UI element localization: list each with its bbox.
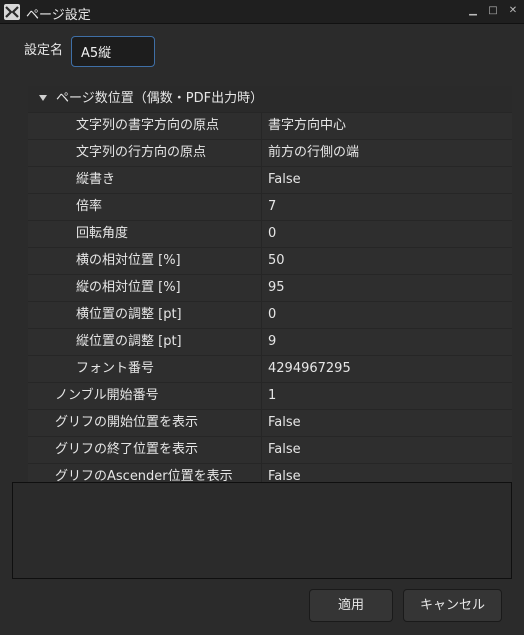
property-row[interactable]: 回転角度 0 (28, 221, 512, 248)
property-key: 横位置の調整 [pt] (76, 307, 182, 322)
property-value[interactable]: 前方の行側の端 (268, 140, 359, 166)
minimize-icon[interactable]: ▁ (466, 4, 480, 18)
expand-caret-icon[interactable] (39, 95, 47, 101)
setting-name-input[interactable] (71, 36, 155, 67)
property-tree[interactable]: ページ数位置（偶数・PDF出力時） 文字列の書字方向の原点 書字方向中心 文字列… (28, 86, 512, 482)
property-key: 文字列の書字方向の原点 (76, 118, 220, 133)
apply-button[interactable]: 適用 (309, 589, 393, 622)
description-panel (12, 482, 512, 579)
property-row[interactable]: 文字列の行方向の原点 前方の行側の端 (28, 140, 512, 167)
property-row[interactable]: 倍率 7 (28, 194, 512, 221)
property-key: グリフの終了位置を表示 (55, 442, 199, 457)
property-key: 回転角度 (76, 226, 129, 241)
property-value[interactable]: 4294967295 (268, 356, 351, 382)
property-value[interactable]: 0 (268, 302, 276, 328)
property-value[interactable]: 1 (268, 383, 276, 409)
cancel-button[interactable]: キャンセル (403, 589, 502, 622)
property-value[interactable]: 95 (268, 275, 285, 301)
property-row[interactable]: グリフのAscender位置を表示 False (28, 464, 512, 482)
property-key: フォント番号 (76, 361, 155, 376)
window-title: ページ設定 (26, 8, 91, 23)
property-value[interactable]: False (268, 464, 301, 482)
property-row[interactable]: 縦位置の調整 [pt] 9 (28, 329, 512, 356)
property-value[interactable]: 50 (268, 248, 285, 274)
property-value[interactable]: False (268, 410, 301, 436)
title-bar: ページ設定 ▁ □ ✕ (0, 0, 524, 24)
property-row[interactable]: 横の相対位置 [%] 50 (28, 248, 512, 275)
property-key: 縦位置の調整 [pt] (76, 334, 182, 349)
close-icon[interactable]: ✕ (506, 4, 520, 18)
app-icon (4, 4, 20, 20)
property-row[interactable]: グリフの開始位置を表示 False (28, 410, 512, 437)
property-key: グリフの開始位置を表示 (55, 415, 199, 430)
property-key: ノンブル開始番号 (55, 388, 159, 403)
property-key: 縦書き (76, 172, 116, 187)
property-key: 縦の相対位置 [%] (76, 280, 181, 295)
property-key: グリフのAscender位置を表示 (55, 469, 233, 482)
property-value[interactable]: 0 (268, 221, 276, 247)
property-row[interactable]: フォント番号 4294967295 (28, 356, 512, 383)
property-row[interactable]: ノンブル開始番号 1 (28, 383, 512, 410)
property-value[interactable]: 7 (268, 194, 276, 220)
property-row[interactable]: 文字列の書字方向の原点 書字方向中心 (28, 113, 512, 140)
property-value[interactable]: 書字方向中心 (268, 113, 346, 139)
property-row[interactable]: グリフの終了位置を表示 False (28, 437, 512, 464)
tree-group-label: ページ数位置（偶数・PDF出力時） (56, 91, 264, 106)
property-key: 倍率 (76, 199, 103, 214)
property-row[interactable]: 縦の相対位置 [%] 95 (28, 275, 512, 302)
property-value[interactable]: 9 (268, 329, 276, 355)
property-row[interactable]: 縦書き False (28, 167, 512, 194)
property-key: 文字列の行方向の原点 (76, 145, 207, 160)
property-row[interactable]: 横位置の調整 [pt] 0 (28, 302, 512, 329)
tree-group-header[interactable]: ページ数位置（偶数・PDF出力時） (28, 86, 512, 113)
setting-name-label: 設定名 (24, 43, 64, 58)
maximize-icon[interactable]: □ (486, 4, 500, 18)
property-value[interactable]: False (268, 437, 301, 463)
property-key: 横の相対位置 [%] (76, 253, 181, 268)
property-value[interactable]: False (268, 167, 301, 193)
